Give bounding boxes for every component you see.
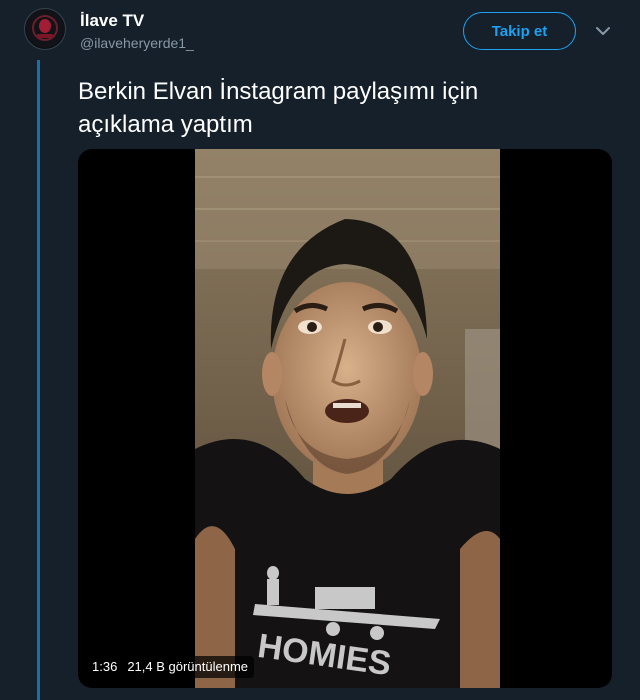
avatar[interactable]: [24, 8, 66, 50]
view-count: 21,4 B görüntülenme: [127, 659, 249, 674]
thread-line: [37, 60, 40, 700]
tweet-text-line: açıklama yaptım: [78, 111, 253, 138]
display-name[interactable]: İlave TV: [80, 11, 144, 31]
video-player[interactable]: HOMIES 1:36 21,4 B görüntülenme: [78, 149, 612, 688]
chevron-down-icon[interactable]: [594, 24, 612, 38]
video-thumbnail: HOMIES: [195, 149, 500, 688]
tweet-text: Berkin Elvan İnstagram paylaşımı için aç…: [78, 75, 598, 141]
user-handle[interactable]: @ilaveheryerde1_: [80, 35, 194, 51]
follow-button[interactable]: Takip et: [463, 12, 576, 50]
video-duration: 1:36: [92, 659, 118, 674]
channel-logo-icon: [26, 10, 64, 48]
video-info-badge: 1:36 21,4 B görüntülenme: [86, 656, 255, 678]
tweet-text-line: Berkin Elvan İnstagram paylaşımı için: [78, 78, 479, 105]
